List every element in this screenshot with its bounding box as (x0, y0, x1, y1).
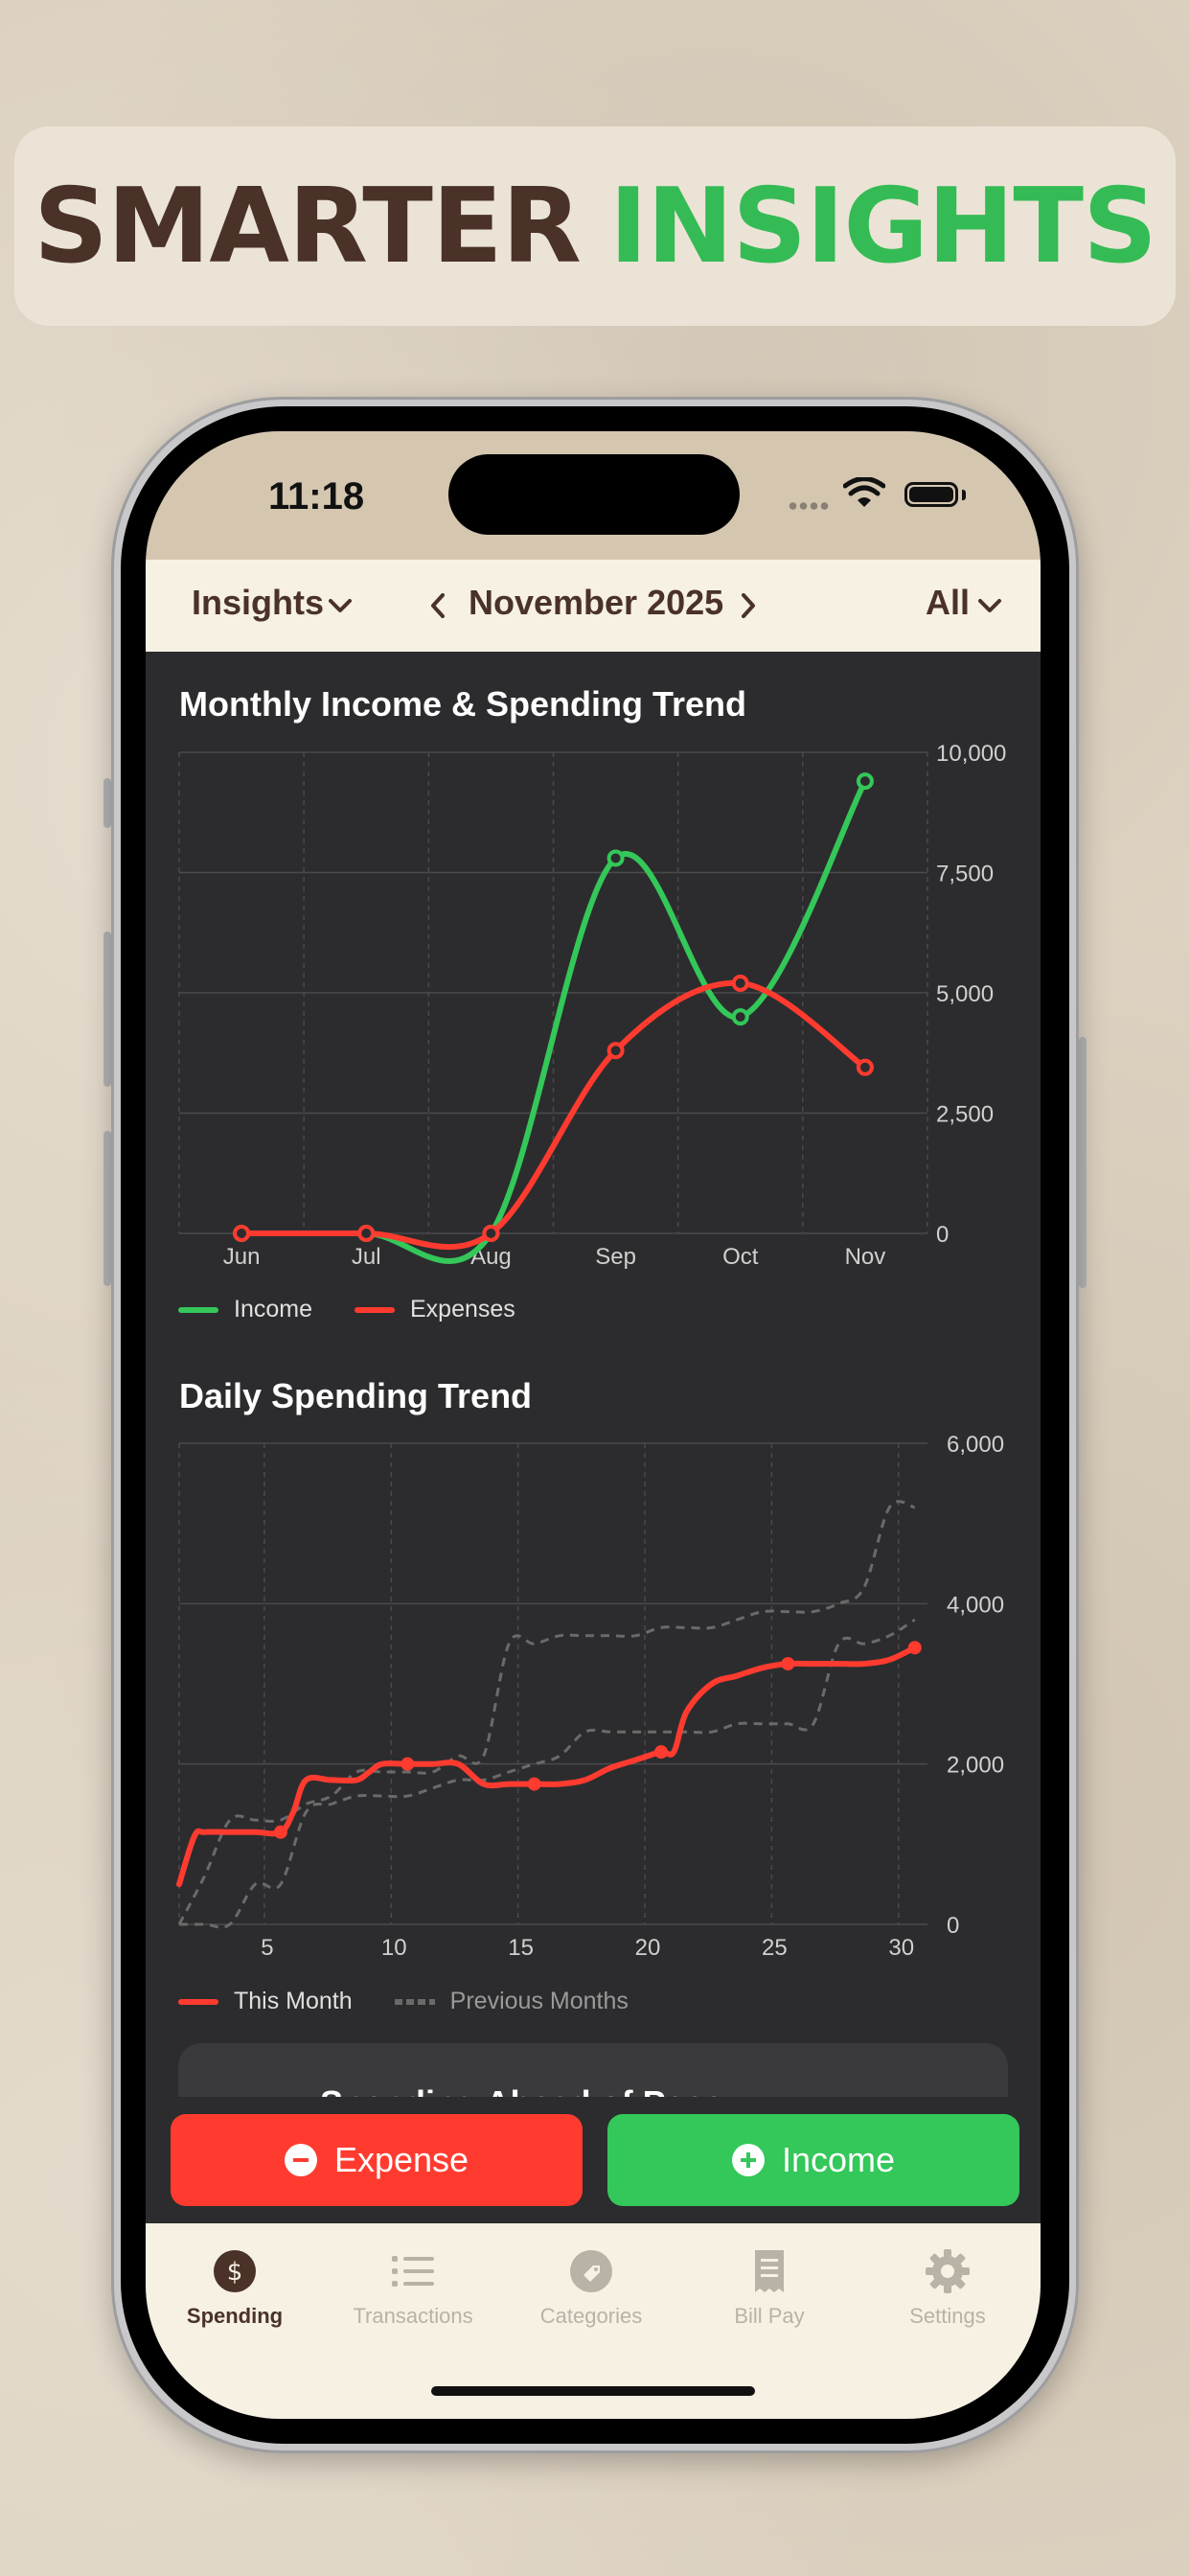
daily-this-month-point (907, 1641, 922, 1655)
add-expense-button[interactable]: Expense (171, 2114, 583, 2206)
daily-this-month-point (654, 1745, 669, 1760)
legend-this-month-swatch (178, 1998, 218, 2005)
add-expense-label: Expense (333, 2140, 469, 2179)
monthly-y-tick-label: 0 (936, 1222, 949, 1248)
tab-bill-pay-label: Bill Pay (734, 2304, 805, 2328)
daily-x-tick-label: 15 (508, 1935, 534, 1961)
add-income-button[interactable]: Income (607, 2114, 1019, 2206)
headline-banner: SMARTER INSIGHTS (14, 126, 1176, 326)
daily-y-tick-label: 0 (947, 1913, 959, 1939)
daily-y-tick-label: 6,000 (947, 1432, 1004, 1458)
phone-volume-down (103, 1131, 111, 1286)
daily-this-month-point (400, 1757, 415, 1771)
tab-transactions[interactable]: Transactions (324, 2248, 502, 2329)
phone-mute-switch (103, 778, 111, 828)
daily-this-month-point (781, 1657, 795, 1671)
monthly-trend-chart: 10,0007,5005,0002,5000Jun Jul Aug Sep Oct Nov… (176, 741, 1006, 1961)
daily-x-tick-label: 20 (635, 1935, 661, 1961)
monthly-expenses-point (606, 1042, 625, 1060)
daily-chart-title: Daily Spending Trend (179, 1376, 533, 1415)
tab-bill-pay[interactable]: Bill Pay (680, 2248, 858, 2329)
monthly-x-tick-label: Oct (722, 1244, 759, 1270)
tab-transactions-label: Transactions (353, 2304, 473, 2328)
legend-this-month-label: This Month (234, 1988, 353, 2014)
legend-previous-months-label: Previous Months (449, 1988, 629, 2014)
monthly-income-point (606, 849, 625, 867)
monthly-expenses-point (856, 1058, 874, 1076)
minus-circle-icon (284, 2144, 317, 2176)
monthly-x-tick-label: Sep (595, 1244, 636, 1270)
legend-expenses-swatch (354, 1306, 395, 1313)
home-indicator (431, 2386, 755, 2396)
daily-x-tick-label: 10 (381, 1935, 407, 1961)
daily-this-month-point (273, 1825, 287, 1839)
tab-bar: $ Spending Transactions Categories Bill … (146, 2223, 1041, 2419)
dollar-icon: $ (212, 2248, 258, 2294)
list-icon (390, 2248, 436, 2294)
monthly-x-tick-label: Jun (223, 1244, 261, 1270)
gear-icon (925, 2248, 971, 2294)
monthly-expenses-point (357, 1225, 376, 1242)
headline-word-smarter: SMARTER (34, 166, 582, 287)
tab-settings-label: Settings (909, 2304, 986, 2328)
phone-power-button (1079, 1037, 1087, 1288)
daily-this-month-line (176, 1644, 918, 1888)
plus-circle-icon (731, 2144, 765, 2176)
monthly-y-tick-label: 7,500 (936, 862, 994, 887)
daily-x-tick-label: 5 (261, 1935, 273, 1961)
daily-previous-months-line (177, 1500, 916, 1925)
tab-settings[interactable]: Settings (858, 2248, 1037, 2329)
legend-previous-months-swatch (394, 1998, 435, 2005)
svg-text:$: $ (227, 2258, 243, 2287)
monthly-expenses-point (731, 974, 749, 992)
legend-income-swatch (178, 1306, 218, 1313)
daily-chart-legend: This Month Previous Months (178, 1988, 629, 2015)
tab-spending[interactable]: $ Spending (146, 2248, 324, 2329)
tab-categories-label: Categories (539, 2304, 643, 2328)
phone-screen: 11:18 Insights November 2025 All Monthly… (146, 431, 1041, 2419)
monthly-y-tick-label: 10,000 (936, 741, 1006, 767)
monthly-chart-legend: Income Expenses (178, 1296, 515, 1323)
legend-expenses-label: Expenses (409, 1296, 515, 1322)
tab-categories[interactable]: Categories (502, 2248, 680, 2329)
monthly-y-tick-label: 5,000 (936, 981, 994, 1007)
daily-x-tick-label: 25 (762, 1935, 788, 1961)
monthly-expenses-point (233, 1225, 251, 1242)
daily-x-tick-label: 30 (888, 1935, 914, 1961)
tag-icon (568, 2248, 614, 2294)
monthly-y-tick-label: 2,500 (936, 1102, 994, 1128)
monthly-x-tick-label: Jul (352, 1244, 381, 1270)
headline-word-insights: INSIGHTS (608, 166, 1157, 287)
daily-y-tick-label: 4,000 (947, 1592, 1004, 1618)
legend-income-label: Income (234, 1296, 312, 1322)
monthly-x-tick-label: Nov (845, 1244, 886, 1270)
monthly-expenses-point (482, 1225, 500, 1242)
monthly-income-point (856, 772, 874, 791)
daily-y-tick-label: 2,000 (947, 1753, 1004, 1779)
phone-volume-up (103, 932, 111, 1087)
monthly-income-point (731, 1008, 749, 1026)
daily-this-month-point (527, 1777, 541, 1791)
receipt-icon (746, 2248, 792, 2294)
tab-spending-label: Spending (186, 2304, 284, 2328)
add-income-label: Income (781, 2140, 896, 2179)
